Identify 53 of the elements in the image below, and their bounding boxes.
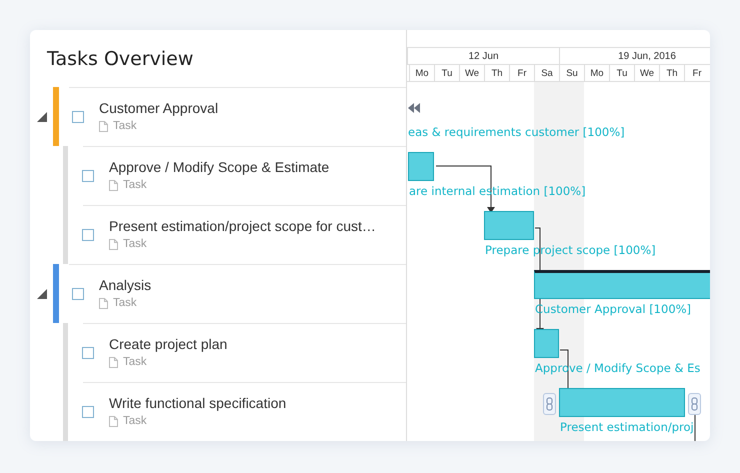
panel-title: Tasks Overview	[46, 46, 194, 72]
task-type: Task	[123, 356, 147, 368]
day-header: Th	[484, 65, 509, 81]
link-icon	[546, 397, 553, 411]
task-type: Task	[123, 179, 147, 191]
task-type: Task	[113, 297, 137, 309]
task-type: Task	[123, 238, 147, 250]
week-header: 19 Jun, 2016	[559, 48, 710, 64]
day-header: Th	[659, 65, 684, 81]
checkbox[interactable]	[72, 111, 84, 123]
bar-label: eas & requirements customer [100%]	[408, 125, 625, 139]
file-icon	[109, 356, 118, 368]
checkbox[interactable]	[72, 288, 84, 300]
day-header: Fr	[509, 65, 534, 81]
day-header: Tu	[609, 65, 634, 81]
day-header: Sa	[534, 65, 559, 81]
day-header: Mo	[409, 65, 434, 81]
task-name: Customer Approval	[99, 100, 218, 116]
file-icon	[99, 298, 108, 308]
task-type: Task	[123, 415, 147, 427]
day-header: Mo	[584, 65, 609, 81]
link-icon	[691, 397, 698, 411]
task-name: Present estimation/project scope for cust…	[109, 218, 376, 234]
checkbox[interactable]	[82, 347, 94, 359]
checkbox[interactable]	[82, 406, 94, 418]
day-header: Fr	[684, 65, 709, 81]
task-name: Approve / Modify Scope & Estimate	[109, 159, 330, 175]
file-icon	[109, 238, 118, 250]
checkbox[interactable]	[82, 170, 94, 182]
task-name: Write functional specification	[109, 395, 286, 411]
link-handle[interactable]	[543, 393, 556, 415]
task-bar[interactable]	[408, 152, 434, 181]
day-header: Tu	[434, 65, 459, 81]
task-bar[interactable]	[559, 388, 685, 417]
link-handle[interactable]	[688, 393, 701, 415]
collapse-icon[interactable]	[36, 288, 46, 298]
week-header: 12 Jun	[407, 48, 559, 64]
summary-bar[interactable]	[534, 270, 710, 299]
scroll-to-task-icon[interactable]	[408, 103, 420, 113]
file-icon	[109, 180, 118, 190]
day-header: We	[459, 65, 484, 81]
bar-label: Present estimation/proj	[560, 420, 694, 434]
task-bar[interactable]	[534, 329, 559, 358]
file-icon	[99, 120, 108, 132]
task-name: Create project plan	[109, 336, 228, 352]
task-name: Analysis	[99, 277, 152, 293]
checkbox[interactable]	[82, 229, 94, 241]
file-icon	[109, 416, 118, 426]
collapse-icon[interactable]	[36, 112, 46, 122]
day-header: Su	[559, 65, 584, 81]
task-type: Task	[113, 120, 137, 132]
day-header: We	[634, 65, 659, 81]
task-bar[interactable]	[484, 211, 534, 240]
